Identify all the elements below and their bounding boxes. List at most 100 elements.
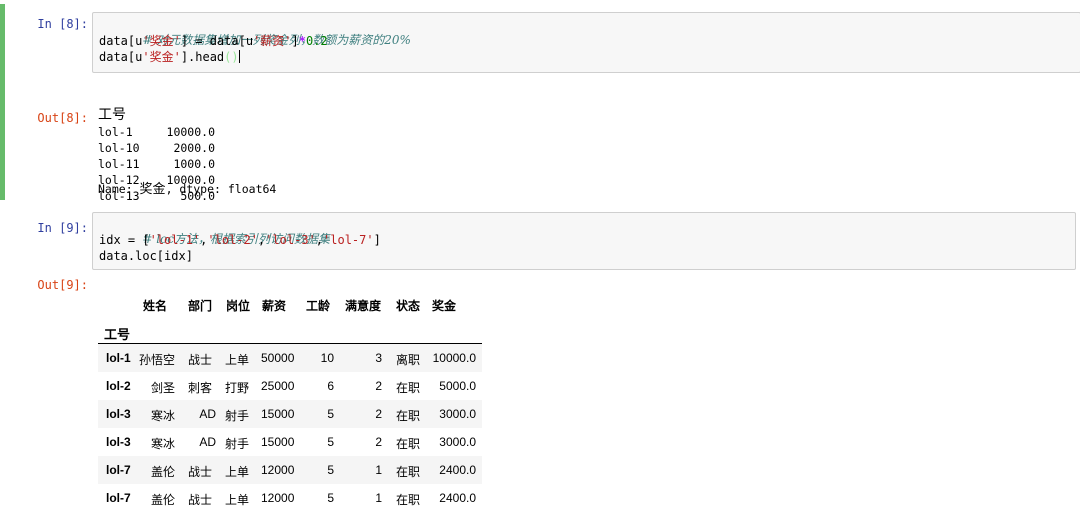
series-index-name: 工号 <box>98 107 126 123</box>
row-index: lol-7 <box>106 463 131 477</box>
cell-status: 在职 <box>396 437 421 451</box>
series-footer: Name: 奖金, dtype: float64 <box>98 181 276 198</box>
cell-position: 射手 <box>225 409 250 423</box>
code-line: idx = ['lol-1','lol-2','lol-3','lol-7'] <box>99 233 381 248</box>
code-token: data[u <box>99 34 143 48</box>
table-row: lol-1 孙悟空 战士 上单 50000 10 3 离职 10000.0 <box>98 344 482 372</box>
code-token: idx = [ <box>99 233 150 247</box>
series-value: 1000.0 <box>173 157 215 171</box>
notebook-cell-8[interactable]: In [8]: # 对元数据集增加一列奖金列，数额为薪资的20% data[u'… <box>0 4 1080 203</box>
code-string: 'lol-3' <box>265 233 316 247</box>
series-index: lol-10 <box>98 141 140 155</box>
cell-dept: AD <box>199 407 216 421</box>
code-string: '奖金' <box>142 50 181 64</box>
output-prompt: Out[9]: <box>37 278 88 292</box>
cell-name: 寒冰 <box>150 437 175 451</box>
cell-position: 上单 <box>225 493 250 507</box>
series-value: 10000.0 <box>166 125 215 139</box>
table-row: lol-3 寒冰 AD 射手 15000 5 2 在职 3000.0 <box>98 400 482 428</box>
index-name-header: 工号 <box>104 327 131 342</box>
column-header: 薪资 <box>262 299 287 313</box>
series-index: lol-11 <box>98 157 140 171</box>
cell-seniority: 6 <box>327 379 334 393</box>
cell-position: 上单 <box>225 353 250 367</box>
cell-dept: 刺客 <box>188 381 213 395</box>
code-string: 'lol-2' <box>207 233 258 247</box>
cell-seniority: 5 <box>327 463 334 477</box>
column-header: 姓名 <box>143 299 168 313</box>
cell-name: 盖伦 <box>150 493 175 507</box>
code-token: data.loc[idx] <box>99 249 193 263</box>
cell-salary: 12000 <box>261 463 295 477</box>
code-line: data[u'奖金'] = data[u'薪资']*0.2 <box>99 34 328 49</box>
cell-status: 离职 <box>396 353 421 367</box>
row-index: lol-7 <box>106 491 131 505</box>
code-editor[interactable]: # 对元数据集增加一列奖金列，数额为薪资的20% data[u'奖金'] = d… <box>92 12 1080 73</box>
cell-position: 上单 <box>225 465 250 479</box>
code-token: ] <box>373 233 381 247</box>
cell-status: 在职 <box>396 409 421 423</box>
cell-seniority: 5 <box>327 491 334 505</box>
footer-label: Name: <box>98 182 140 196</box>
cell-status: 在职 <box>396 493 421 507</box>
code-token: ] <box>291 34 299 48</box>
cell-satisfaction: 2 <box>375 379 382 393</box>
text-cursor <box>238 50 240 63</box>
column-header: 工龄 <box>306 299 331 313</box>
table-row: lol-2 剑圣 刺客 打野 25000 6 2 在职 5000.0 <box>98 372 482 400</box>
row-index: lol-1 <box>106 351 131 365</box>
cell-bonus: 2400.0 <box>439 491 476 505</box>
input-prompt: In [9]: <box>37 221 88 235</box>
row-index: lol-3 <box>106 435 131 449</box>
cell-dept: AD <box>199 435 216 449</box>
cell-name: 剑圣 <box>150 381 175 395</box>
code-token: ].head <box>180 50 225 64</box>
cell-status: 在职 <box>396 381 421 395</box>
code-token: data[u <box>99 50 143 64</box>
cell-dept: 战士 <box>188 353 213 367</box>
code-token: , <box>315 233 324 247</box>
cell-seniority: 5 <box>327 407 334 421</box>
row-index: lol-3 <box>106 407 131 421</box>
series-index: lol-1 <box>98 125 133 139</box>
cell-satisfaction: 2 <box>375 407 382 421</box>
code-line: data.loc[idx] <box>99 249 193 264</box>
cell-satisfaction: 2 <box>375 435 382 449</box>
table-row: lol-7 盖伦 战士 上单 12000 5 1 在职 2400.0 <box>98 456 482 484</box>
cell-seniority: 10 <box>320 351 334 365</box>
footer-dtype: , dtype: float64 <box>165 182 277 196</box>
cell-bonus: 10000.0 <box>432 351 476 365</box>
input-prompt: In [8]: <box>37 17 88 31</box>
code-number: 0.2 <box>305 34 328 48</box>
cell-salary: 50000 <box>261 351 295 365</box>
column-header: 满意度 <box>345 299 382 313</box>
code-token: ] = data[u <box>180 34 254 48</box>
column-header: 状态 <box>396 299 421 313</box>
code-operator: * <box>298 34 306 48</box>
row-index: lol-2 <box>106 379 131 393</box>
cell-satisfaction: 1 <box>375 463 382 477</box>
output-prompt: Out[8]: <box>37 111 88 125</box>
cell-salary: 15000 <box>261 407 295 421</box>
cell-name: 寒冰 <box>150 409 175 423</box>
cell-bonus: 3000.0 <box>439 407 476 421</box>
cell-dept: 战士 <box>188 493 213 507</box>
code-line: data[u'奖金'].head() <box>99 50 240 65</box>
cell-position: 打野 <box>225 381 250 395</box>
cell-salary: 12000 <box>261 491 295 505</box>
notebook-cell-9[interactable]: In [9]: # loc方法，根据索引列访问数据集 idx = ['lol-1… <box>0 210 1080 510</box>
column-header: 岗位 <box>226 299 251 313</box>
code-string: 'lol-7' <box>323 233 374 247</box>
code-editor[interactable]: # loc方法，根据索引列访问数据集 idx = ['lol-1','lol-2… <box>92 212 1076 270</box>
cell-bonus: 3000.0 <box>439 435 476 449</box>
cell-seniority: 5 <box>327 435 334 449</box>
table-row: lol-7 盖伦 战士 上单 12000 5 1 在职 2400.0 <box>98 484 482 512</box>
cell-satisfaction: 3 <box>375 351 382 365</box>
column-header: 奖金 <box>432 299 457 313</box>
cell-bonus: 5000.0 <box>439 379 476 393</box>
column-header: 部门 <box>188 299 213 313</box>
cell-name: 孙悟空 <box>139 353 176 367</box>
table-row: lol-3 寒冰 AD 射手 15000 5 2 在职 3000.0 <box>98 428 482 456</box>
cell-bonus: 2400.0 <box>439 463 476 477</box>
cell-dept: 战士 <box>188 465 213 479</box>
